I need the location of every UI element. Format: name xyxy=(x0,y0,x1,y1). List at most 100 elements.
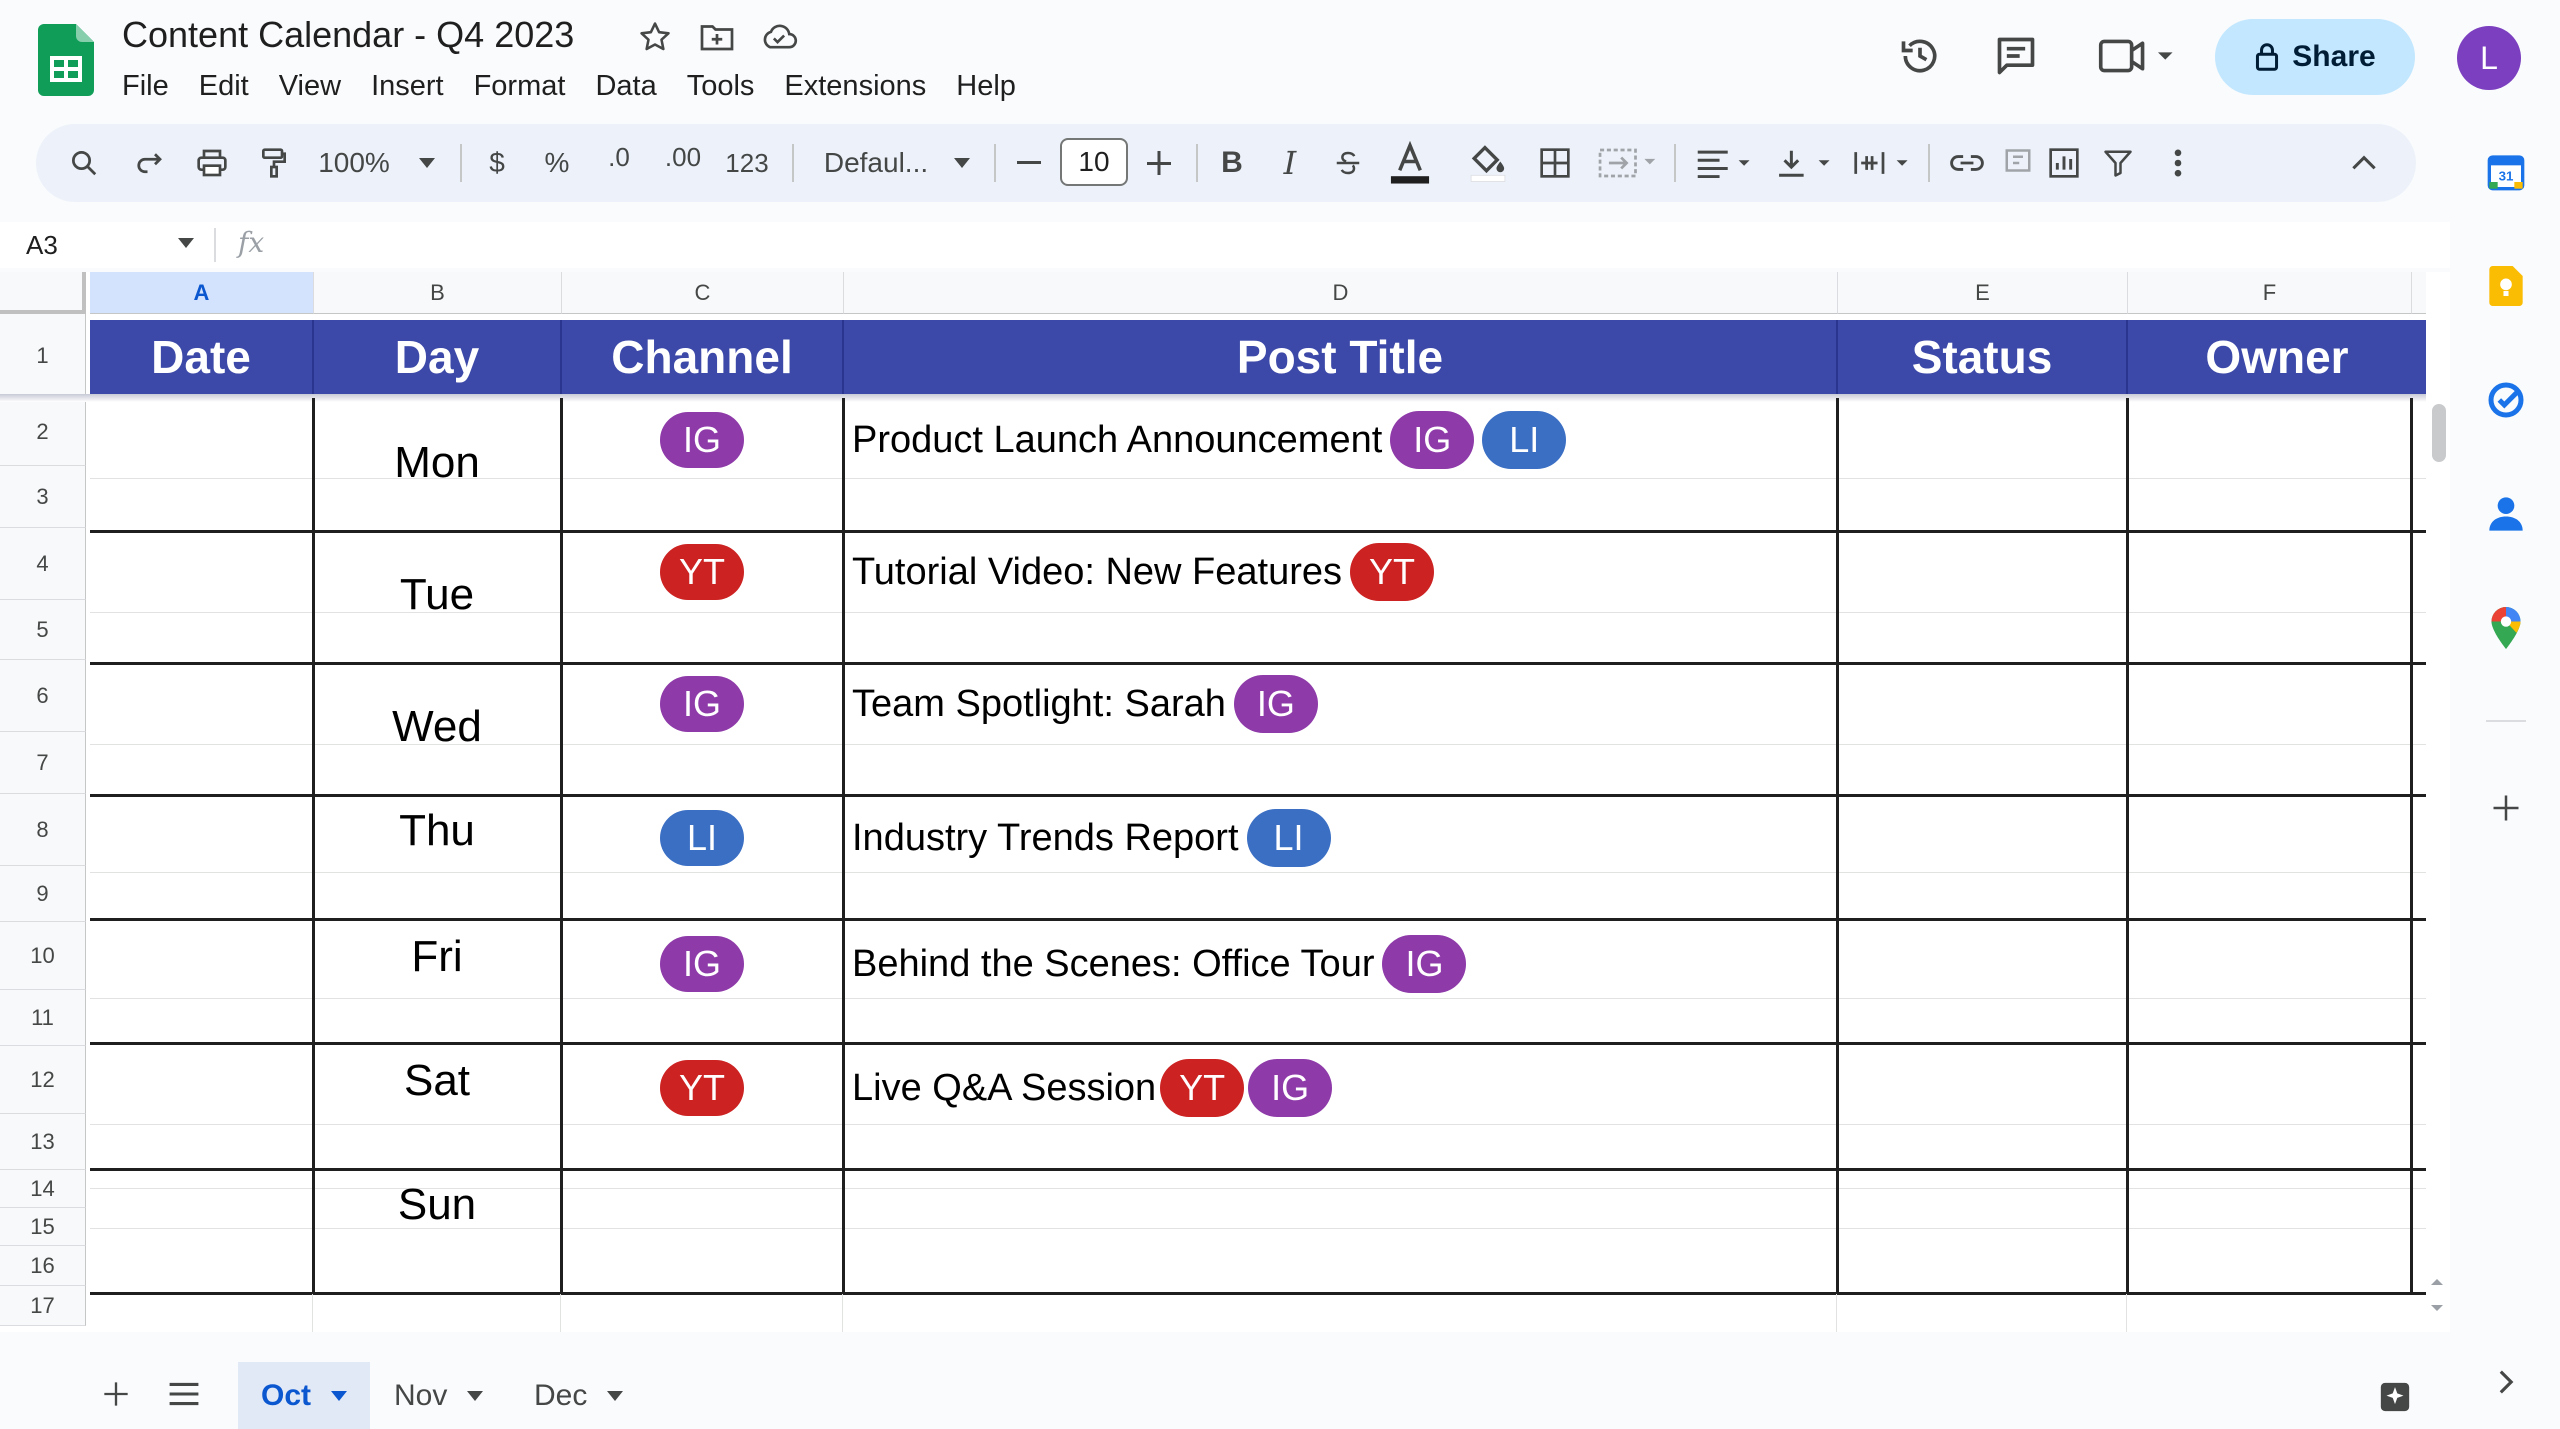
row-header-13[interactable]: 13 xyxy=(0,1114,86,1170)
scroll-up-icon[interactable] xyxy=(2428,1276,2446,1288)
number-format-button[interactable]: 123 xyxy=(722,124,772,202)
select-all-corner[interactable] xyxy=(0,272,86,314)
row-header-12[interactable]: 12 xyxy=(0,1046,86,1114)
explore-icon[interactable] xyxy=(2378,1380,2412,1414)
menu-help[interactable]: Help xyxy=(941,68,1031,104)
calendar-icon[interactable]: 31 xyxy=(2482,148,2530,196)
column-header-f[interactable]: F xyxy=(2128,272,2412,314)
row-header-9[interactable]: 9 xyxy=(0,866,86,922)
post-title-cell[interactable]: Industry Trends Report LI xyxy=(852,808,1331,868)
day-mon[interactable]: Mon xyxy=(314,438,560,488)
text-wrapping-icon[interactable] xyxy=(1850,124,1916,202)
redo-icon[interactable] xyxy=(128,124,172,202)
contacts-icon[interactable] xyxy=(2482,490,2530,538)
header-channel[interactable]: Channel xyxy=(562,320,844,394)
column-header-d[interactable]: D xyxy=(844,272,1838,314)
column-header-c[interactable]: C xyxy=(562,272,844,314)
font-dropdown-icon[interactable] xyxy=(950,124,974,202)
menu-view[interactable]: View xyxy=(264,68,356,104)
channel-chip-ig[interactable]: IG xyxy=(660,676,744,732)
decrease-font-size-icon[interactable] xyxy=(1012,124,1046,202)
header-day[interactable]: Day xyxy=(314,320,562,394)
zoom-select[interactable]: 100% xyxy=(318,124,390,202)
header-post-title[interactable]: Post Title xyxy=(844,320,1838,394)
menu-file[interactable]: File xyxy=(122,68,184,104)
sheet-tab-nov[interactable]: Nov xyxy=(394,1362,494,1429)
row-header-3[interactable]: 3 xyxy=(0,466,86,528)
menu-extensions[interactable]: Extensions xyxy=(769,68,941,104)
row-header-6[interactable]: 6 xyxy=(0,660,86,732)
tag-chip-yt[interactable]: YT xyxy=(1160,1059,1245,1117)
vertical-scrollbar[interactable] xyxy=(2432,404,2446,462)
increase-decimal-button[interactable]: .00 xyxy=(660,118,706,196)
row-header-5[interactable]: 5 xyxy=(0,600,86,660)
horizontal-align-icon[interactable] xyxy=(1692,124,1758,202)
row-header-14[interactable]: 14 xyxy=(0,1170,86,1208)
channel-chip-yt[interactable]: YT xyxy=(660,544,744,600)
column-header-a[interactable]: A xyxy=(90,272,314,314)
sheets-logo-icon[interactable] xyxy=(38,24,94,96)
day-sat[interactable]: Sat xyxy=(314,1056,560,1106)
share-button[interactable]: Share xyxy=(2215,19,2415,95)
more-options-icon[interactable] xyxy=(2160,124,2196,202)
post-title-cell[interactable]: Tutorial Video: New Features YT xyxy=(852,542,1435,602)
sheet-tab-dropdown-icon[interactable] xyxy=(607,1390,624,1401)
menu-data[interactable]: Data xyxy=(580,68,671,104)
avatar[interactable]: L xyxy=(2457,26,2521,90)
post-title-cell[interactable]: Team Spotlight: Sarah IG xyxy=(852,674,1318,734)
row-header-4[interactable]: 4 xyxy=(0,528,86,600)
day-tue[interactable]: Tue xyxy=(314,570,560,620)
row-header-16[interactable]: 16 xyxy=(0,1246,86,1286)
post-title-cell[interactable]: Live Q&A Session YT IG xyxy=(852,1058,1333,1118)
tag-chip-yt[interactable]: YT xyxy=(1350,543,1435,601)
header-status[interactable]: Status xyxy=(1838,320,2128,394)
post-title-cell[interactable]: Behind the Scenes: Office Tour IG xyxy=(852,934,1467,994)
cloud-saved-icon[interactable] xyxy=(760,18,798,56)
menu-edit[interactable]: Edit xyxy=(184,68,264,104)
merge-cells-icon[interactable] xyxy=(1596,124,1660,202)
search-menus-icon[interactable] xyxy=(62,124,106,202)
tasks-icon[interactable] xyxy=(2482,376,2530,424)
decrease-decimal-button[interactable]: .0 xyxy=(596,118,642,196)
row-header-15[interactable]: 15 xyxy=(0,1208,86,1246)
header-owner[interactable]: Owner xyxy=(2128,320,2426,394)
sheet-tab-dec[interactable]: Dec xyxy=(534,1362,634,1429)
meet-icon[interactable] xyxy=(2098,34,2178,78)
star-icon[interactable] xyxy=(636,18,674,56)
tag-chip-ig[interactable]: IG xyxy=(1233,675,1318,733)
strikethrough-icon[interactable] xyxy=(1328,124,1368,202)
currency-format-button[interactable]: $ xyxy=(482,124,512,202)
scroll-down-icon[interactable] xyxy=(2428,1302,2446,1314)
insert-comment-icon[interactable] xyxy=(2000,124,2036,202)
menu-insert[interactable]: Insert xyxy=(356,68,459,104)
tag-chip-li[interactable]: LI xyxy=(1246,809,1331,867)
filter-icon[interactable] xyxy=(2098,124,2138,202)
sheet-tab-dropdown-icon[interactable] xyxy=(331,1390,347,1401)
insert-chart-icon[interactable] xyxy=(2044,124,2084,202)
row-header-7[interactable]: 7 xyxy=(0,732,86,794)
tag-chip-li[interactable]: LI xyxy=(1482,411,1567,469)
column-header-e[interactable]: E xyxy=(1838,272,2128,314)
day-fri[interactable]: Fri xyxy=(314,932,560,982)
percent-format-button[interactable]: % xyxy=(540,124,574,202)
zoom-dropdown-icon[interactable] xyxy=(412,124,442,202)
menu-format[interactable]: Format xyxy=(459,68,581,104)
menu-tools[interactable]: Tools xyxy=(672,68,770,104)
row-header-10[interactable]: 10 xyxy=(0,922,86,990)
all-sheets-icon[interactable] xyxy=(168,1382,200,1406)
name-box[interactable]: A3 xyxy=(26,226,58,264)
increase-font-size-icon[interactable] xyxy=(1142,124,1176,202)
channel-chip-yt[interactable]: YT xyxy=(660,1060,744,1116)
header-date[interactable]: Date xyxy=(90,320,314,394)
document-title[interactable]: Content Calendar - Q4 2023 xyxy=(122,14,574,56)
row-header-17[interactable]: 17 xyxy=(0,1286,86,1326)
name-box-dropdown-icon[interactable] xyxy=(178,238,194,248)
row-header-8[interactable]: 8 xyxy=(0,794,86,866)
collapse-toolbar-icon[interactable] xyxy=(2346,124,2382,202)
sheet-tab-oct[interactable]: Oct xyxy=(238,1362,370,1429)
add-addon-icon[interactable] xyxy=(2482,784,2530,832)
post-title-cell[interactable]: Product Launch Announcement IG LI xyxy=(852,410,1567,470)
insert-link-icon[interactable] xyxy=(1944,124,1990,202)
version-history-icon[interactable] xyxy=(1898,34,1942,78)
font-family-select[interactable]: Defaul... xyxy=(814,124,938,202)
